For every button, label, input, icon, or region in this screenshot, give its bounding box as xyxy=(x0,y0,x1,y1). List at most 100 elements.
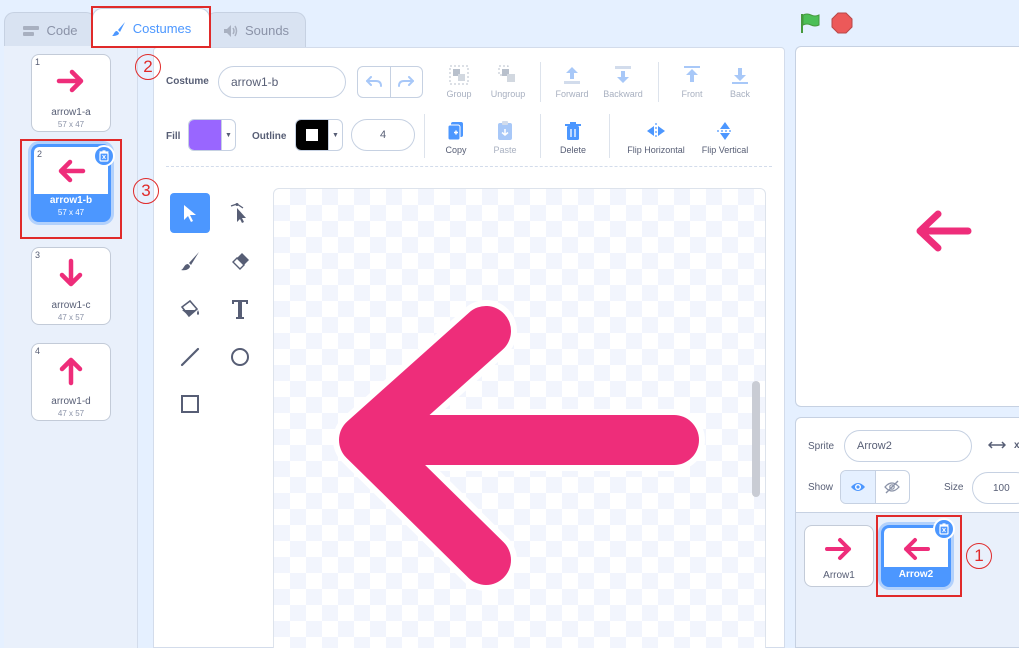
show-toggle xyxy=(840,470,910,504)
text-tool[interactable] xyxy=(220,289,260,329)
undo-icon xyxy=(365,76,382,87)
arrow-right-icon xyxy=(32,65,110,97)
brush-tool[interactable] xyxy=(170,241,210,281)
circle-tool[interactable] xyxy=(220,337,260,377)
reshape-tool[interactable] xyxy=(220,193,260,233)
canvas-scrollbar[interactable] xyxy=(752,381,760,497)
line-icon xyxy=(180,347,200,367)
group-label: Group xyxy=(446,89,472,99)
tab-sounds[interactable]: Sounds xyxy=(206,12,306,48)
green-flag-icon[interactable] xyxy=(799,12,821,39)
stage-header xyxy=(785,0,1019,46)
eraser-tool[interactable] xyxy=(220,241,260,281)
costume-name-input[interactable]: arrow1-b xyxy=(218,66,346,98)
size-input[interactable]: 100 xyxy=(972,472,1019,504)
redo-button[interactable] xyxy=(389,67,423,97)
backward-button[interactable]: Backward xyxy=(597,64,649,99)
costume-name-label: Costume xyxy=(166,76,209,87)
show-visible-button[interactable] xyxy=(841,471,876,503)
divider xyxy=(166,166,772,167)
paste-icon xyxy=(479,120,531,142)
caret-down-icon: ▼ xyxy=(221,120,235,150)
costume-item-3[interactable]: 3 arrow1-c 47 x 57 xyxy=(31,247,111,325)
fill-label: Fill xyxy=(166,131,181,142)
ungroup-label: Ungroup xyxy=(490,89,526,99)
outline-width-input[interactable]: 4 xyxy=(351,119,415,151)
tab-costumes-label: Costumes xyxy=(132,21,192,36)
tab-costumes[interactable]: Costumes xyxy=(92,8,210,48)
backward-icon xyxy=(597,64,649,86)
paste-button[interactable]: Paste xyxy=(479,120,531,155)
tab-code[interactable]: Code xyxy=(4,12,96,48)
stage[interactable] xyxy=(795,46,1019,407)
arrow-down-icon xyxy=(32,258,110,290)
text-icon xyxy=(232,300,248,319)
arrow-left-drawing xyxy=(333,300,705,591)
costume-size: 57 x 47 xyxy=(57,120,85,129)
outline-color xyxy=(296,120,328,150)
rectangle-tool[interactable] xyxy=(170,384,210,424)
delete-label: Delete xyxy=(559,145,586,155)
show-hidden-button[interactable] xyxy=(876,471,910,503)
eye-icon xyxy=(850,483,865,491)
x-label: x xyxy=(1014,440,1019,451)
back-label: Back xyxy=(729,89,750,99)
costume-size: 47 x 57 xyxy=(57,313,85,322)
undo-button[interactable] xyxy=(358,67,390,97)
paint-editor: Costume arrow1-b Group Ungroup Forward B… xyxy=(153,47,785,648)
fill-color-picker[interactable]: ▼ xyxy=(188,119,236,151)
caret-down-icon: ▼ xyxy=(328,120,342,150)
front-icon xyxy=(666,64,718,86)
cursor-icon xyxy=(184,205,196,222)
copy-icon xyxy=(430,120,482,142)
tab-code-label: Code xyxy=(46,23,78,38)
sprite-label: Sprite xyxy=(808,441,835,452)
annotation-number-2: 2 xyxy=(135,54,161,80)
horizontal-arrows-icon xyxy=(987,438,1007,456)
delete-costume-icon[interactable] xyxy=(93,145,115,167)
arrow-right-icon xyxy=(805,534,873,564)
delete-button[interactable]: Delete xyxy=(547,120,599,155)
undo-redo-group xyxy=(357,66,423,98)
line-tool[interactable] xyxy=(170,337,210,377)
sprite-item-arrow1[interactable]: Arrow1 xyxy=(804,525,874,587)
group-button[interactable]: Group xyxy=(433,64,485,99)
forward-icon xyxy=(546,64,598,86)
annotation-number-3: 3 xyxy=(133,178,159,204)
costume-item-4[interactable]: 4 arrow1-d 47 x 57 xyxy=(31,343,111,421)
costume-name: arrow1-a xyxy=(51,107,91,118)
costume-number: 2 xyxy=(37,149,43,159)
front-button[interactable]: Front xyxy=(666,64,718,99)
flip-horizontal-label: Flip Horizontal xyxy=(627,145,685,155)
sprite-info-panel: Sprite Arrow2 x Show Size 100 xyxy=(795,417,1019,513)
speaker-icon xyxy=(223,24,239,38)
flip-horizontal-icon xyxy=(618,120,694,142)
stop-icon[interactable] xyxy=(831,12,853,39)
back-button[interactable]: Back xyxy=(714,64,766,99)
stage-sprite-arrow xyxy=(916,210,972,252)
forward-button[interactable]: Forward xyxy=(546,64,598,99)
outline-color-picker[interactable]: ▼ xyxy=(295,119,343,151)
fill-tool[interactable] xyxy=(170,289,210,329)
flip-vertical-button[interactable]: Flip Vertical xyxy=(692,120,758,155)
delete-sprite-icon[interactable] xyxy=(933,518,955,540)
eraser-icon xyxy=(232,253,249,270)
costume-name: arrow1-c xyxy=(51,300,91,311)
drawing-canvas[interactable] xyxy=(273,188,766,648)
copy-button[interactable]: Copy xyxy=(430,120,482,155)
divider xyxy=(424,114,425,158)
ungroup-button[interactable]: Ungroup xyxy=(482,64,534,99)
flip-horizontal-button[interactable]: Flip Horizontal xyxy=(618,120,694,155)
arrow-up-icon xyxy=(32,354,110,386)
square-icon xyxy=(181,395,199,413)
brush-icon xyxy=(181,252,199,271)
back-icon xyxy=(714,64,766,86)
sprite-name-input[interactable]: Arrow2 xyxy=(844,430,972,462)
circle-icon xyxy=(231,348,249,366)
costume-item-1[interactable]: 1 arrow1-a 57 x 47 xyxy=(31,54,111,132)
eye-slash-icon xyxy=(884,480,901,494)
group-icon xyxy=(433,64,485,86)
sprite-list: Arrow1 Arrow2 xyxy=(795,513,1019,648)
select-tool[interactable] xyxy=(170,193,210,233)
backward-label: Backward xyxy=(603,89,643,99)
